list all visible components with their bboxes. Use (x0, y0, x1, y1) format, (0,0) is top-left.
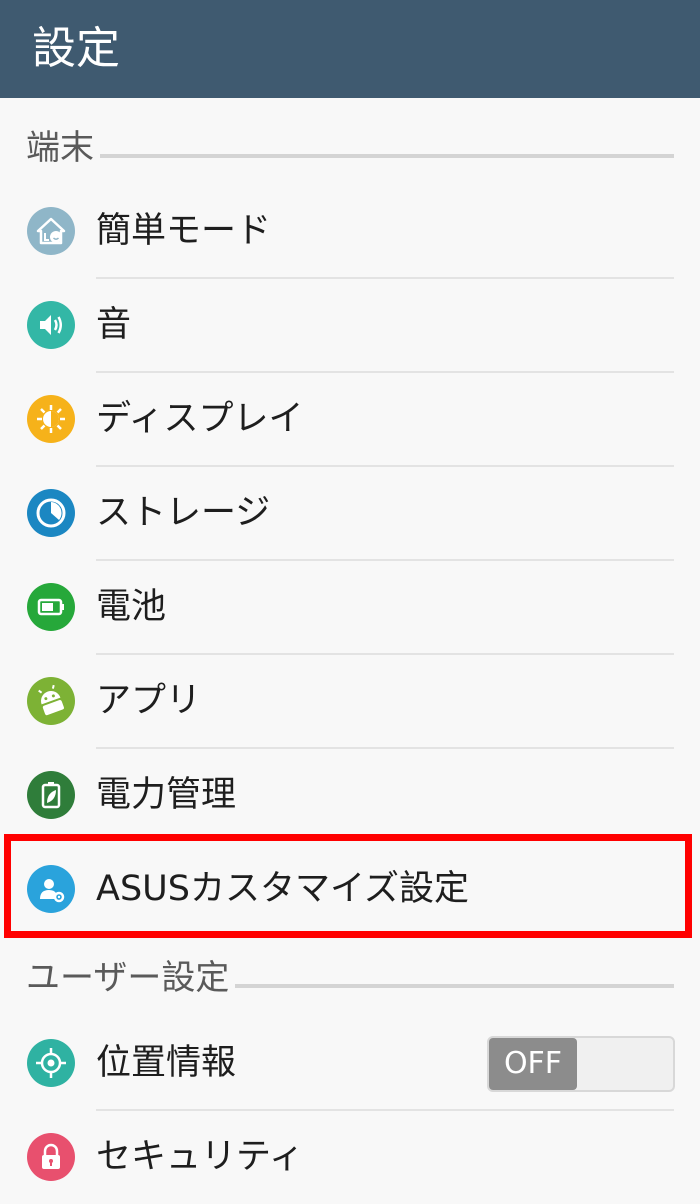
section-header-user: ユーザー設定 (0, 950, 700, 1004)
app-bar: 設定 (0, 0, 700, 98)
settings-item-label: アプリ (96, 681, 202, 721)
section-rule (26, 154, 674, 158)
settings-item-label: ディスプレイ (96, 399, 304, 439)
section-header-device: 端末 (0, 120, 700, 174)
leaf-battery-icon (27, 771, 75, 819)
settings-item-label: 電池 (96, 587, 167, 627)
lock-icon (27, 1133, 75, 1181)
settings-item-apps[interactable]: アプリ (0, 654, 700, 748)
battery-icon (27, 583, 75, 631)
page-title: 設定 (32, 23, 120, 74)
settings-item-label: 音 (96, 305, 132, 345)
crosshair-icon (27, 1039, 75, 1087)
speaker-icon (27, 301, 75, 349)
settings-item-sound[interactable]: 音 (0, 278, 700, 372)
settings-item-battery[interactable]: 電池 (0, 560, 700, 654)
settings-item-label: 位置情報 (96, 1043, 237, 1083)
settings-item-display[interactable]: ディスプレイ (0, 372, 700, 466)
settings-item-label: 簡単モード (96, 211, 272, 251)
sun-icon (27, 395, 75, 443)
android-icon (27, 677, 75, 725)
settings-item-storage[interactable]: ストレージ (0, 466, 700, 560)
toggle-state-label: OFF (489, 1038, 577, 1090)
location-toggle[interactable]: OFF (487, 1036, 675, 1092)
home-face-icon (27, 207, 75, 255)
highlight-box (4, 834, 692, 938)
settings-item-security[interactable]: セキュリティ (0, 1110, 700, 1204)
section-label: 端末 (26, 128, 100, 168)
settings-item-easy-mode[interactable]: 簡単モード (0, 184, 700, 278)
settings-item-label: ストレージ (96, 493, 271, 533)
settings-item-label: セキュリティ (96, 1137, 304, 1177)
settings-item-label: 電力管理 (96, 775, 237, 815)
section-label: ユーザー設定 (26, 958, 236, 998)
pie-chart-icon (27, 489, 75, 537)
settings-item-power-management[interactable]: 電力管理 (0, 748, 700, 842)
